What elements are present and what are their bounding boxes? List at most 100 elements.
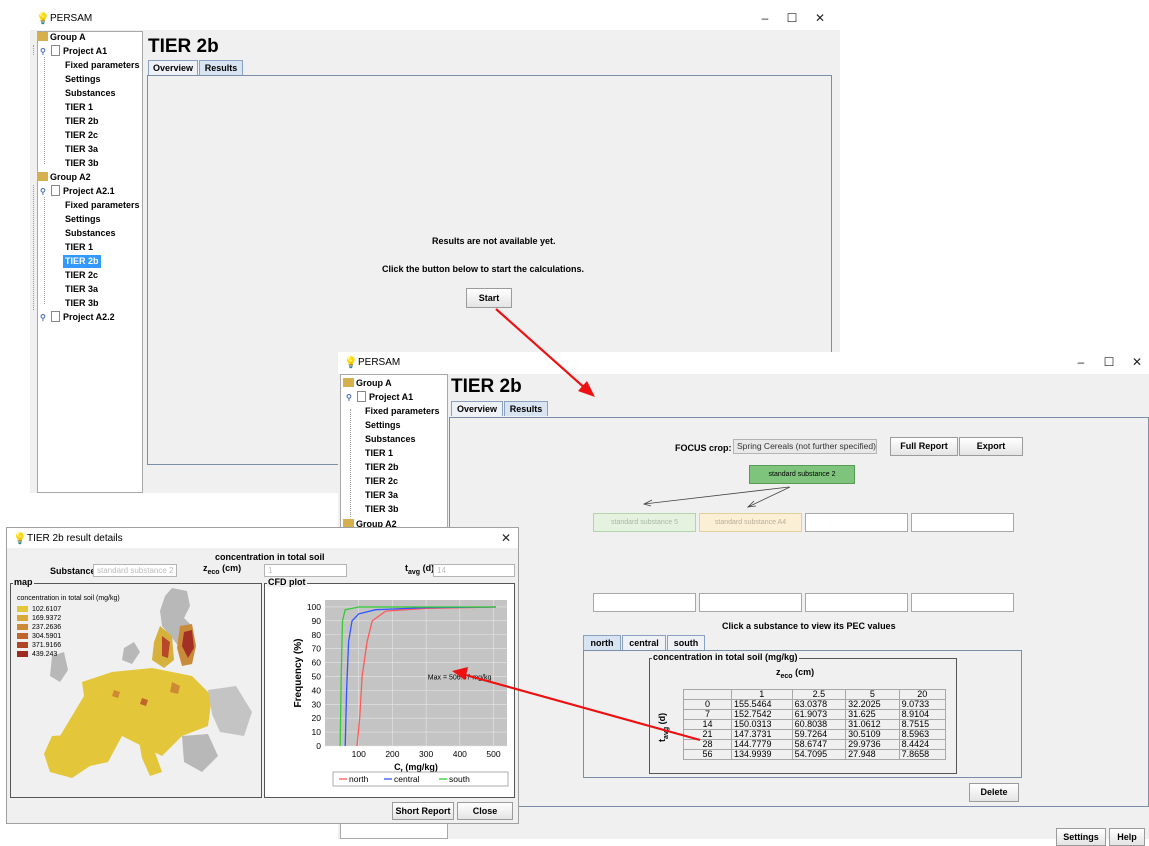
- tree-item-tier-2b[interactable]: TIER 2b: [65, 115, 99, 128]
- help-button[interactable]: Help: [1109, 828, 1145, 846]
- table-row: 0 155.5464 63.0378 32.2025 9.0733: [683, 699, 947, 710]
- zeco-field[interactable]: 1: [264, 564, 347, 577]
- tree-item-tier-1[interactable]: TIER 1: [65, 101, 93, 114]
- tree-item-substances[interactable]: Substances: [65, 87, 116, 100]
- tree-item-tier-1[interactable]: TIER 1: [365, 447, 393, 460]
- y-tick-label: 40: [312, 685, 322, 695]
- tree-item-tier-3b[interactable]: TIER 3b: [365, 503, 399, 516]
- close-icon[interactable]: ✕: [813, 11, 827, 25]
- substance-slot[interactable]: [593, 593, 696, 612]
- maximize-icon[interactable]: ☐: [785, 11, 799, 25]
- tab-overview[interactable]: Overview: [148, 60, 198, 75]
- tree-item-tier-2b[interactable]: TIER 2b: [365, 461, 399, 474]
- tree-item-settings[interactable]: Settings: [365, 419, 401, 432]
- metabolite-box-1[interactable]: standard substance 5: [593, 513, 696, 532]
- substance-slot[interactable]: [699, 593, 802, 612]
- tree-item-substances[interactable]: Substances: [365, 433, 416, 446]
- page-title: TIER 2b: [148, 36, 219, 57]
- table-cell: 150.0313: [731, 719, 793, 730]
- front-titlebar: 💡 PERSAM – ☐ ✕: [338, 352, 1149, 374]
- tree-item-tier-3b[interactable]: TIER 3b: [65, 157, 99, 170]
- row-header: 21: [683, 729, 732, 740]
- column-header: 20: [898, 689, 947, 700]
- key-icon: ⚲: [346, 393, 352, 402]
- tab-results[interactable]: Results: [199, 60, 243, 75]
- minimize-icon[interactable]: –: [1074, 355, 1088, 369]
- start-button[interactable]: Start: [466, 288, 512, 308]
- substance-slot[interactable]: [911, 513, 1014, 532]
- tree-item-tier-2c[interactable]: TIER 2c: [65, 269, 98, 282]
- tab-results[interactable]: Results: [504, 401, 548, 416]
- y-tick-label: 70: [312, 644, 322, 654]
- tree-project-a1[interactable]: ⚲ Project A1: [40, 45, 107, 58]
- table-cell: 8.7515: [898, 719, 947, 730]
- table-cell: 30.5109: [845, 729, 900, 740]
- tree-item-tier-3a[interactable]: TIER 3a: [65, 283, 98, 296]
- row-header: 0: [683, 699, 732, 710]
- tree-item-tier-1[interactable]: TIER 1: [65, 241, 93, 254]
- substance-slot[interactable]: [805, 513, 908, 532]
- tree-item-tier-2b-selected[interactable]: TIER 2b: [63, 255, 101, 268]
- results-unavailable-text: Results are not available yet.: [432, 236, 556, 246]
- short-report-button[interactable]: Short Report: [392, 802, 454, 820]
- substance-slot[interactable]: [805, 593, 908, 612]
- x-tick-label: 400: [453, 749, 467, 759]
- tab-north[interactable]: north: [583, 635, 621, 650]
- export-button[interactable]: Export: [959, 437, 1023, 456]
- settings-button[interactable]: Settings: [1056, 828, 1106, 846]
- table-cell: 31.0612: [845, 719, 900, 730]
- tree-item-fixed-parameters[interactable]: Fixed parameters: [65, 199, 140, 212]
- legend-swatch: [17, 615, 28, 621]
- parent-substance-box[interactable]: standard substance 2: [749, 465, 855, 484]
- folder-icon: [343, 378, 354, 387]
- tavg-field[interactable]: 14: [433, 564, 515, 577]
- tree-project-a2-1[interactable]: ⚲ Project A2.1: [40, 185, 115, 198]
- tree-item-substances[interactable]: Substances: [65, 227, 116, 240]
- substance-slot[interactable]: [911, 593, 1014, 612]
- tree-item-fixed-parameters[interactable]: Fixed parameters: [365, 405, 440, 418]
- full-report-button[interactable]: Full Report: [890, 437, 958, 456]
- page-title: TIER 2b: [451, 376, 522, 397]
- pec-table-header: 1 2.5 5 20: [683, 689, 947, 700]
- legend-swatch: [17, 624, 28, 630]
- table-cell: 32.2025: [845, 699, 900, 710]
- tab-central[interactable]: central: [622, 635, 666, 650]
- pec-table-title: concentration in total soil (mg/kg): [652, 652, 799, 662]
- tree-group-a2[interactable]: Group A2: [37, 171, 91, 184]
- tree-group-a[interactable]: Group A: [37, 31, 86, 44]
- x-tick-label: 100: [352, 749, 366, 759]
- y-tick-label: 80: [312, 630, 322, 640]
- substance-field[interactable]: standard substance 2: [93, 564, 177, 577]
- tree-group-a[interactable]: Group A: [343, 377, 392, 390]
- tab-south[interactable]: south: [667, 635, 705, 650]
- delete-button[interactable]: Delete: [969, 783, 1019, 802]
- table-row: 28 144.7779 58.6747 29.9736 8.4424: [683, 739, 947, 750]
- tree-project-a2-2[interactable]: ⚲ Project A2.2: [40, 311, 115, 324]
- tree-item-tier-2c[interactable]: TIER 2c: [65, 129, 98, 142]
- tab-overview[interactable]: Overview: [451, 401, 503, 416]
- tree-item-tier-3b[interactable]: TIER 3b: [65, 297, 99, 310]
- row-header: 14: [683, 719, 732, 730]
- close-icon[interactable]: ✕: [1130, 355, 1144, 369]
- dialog-titlebar: 💡 TIER 2b result details ✕: [7, 528, 518, 548]
- tree-item-tier-3a[interactable]: TIER 3a: [365, 489, 398, 502]
- metabolite-box-2[interactable]: standard substance A4: [699, 513, 802, 532]
- x-tick-label: 200: [385, 749, 399, 759]
- close-icon[interactable]: ✕: [499, 531, 513, 545]
- tree-item-tier-3a[interactable]: TIER 3a: [65, 143, 98, 156]
- table-corner: [683, 689, 732, 700]
- focus-crop-field[interactable]: Spring Cereals (not further specified): [733, 439, 877, 454]
- y-tick-label: 50: [312, 671, 322, 681]
- table-cell: 31.625: [845, 709, 900, 720]
- map-legend-item: 304.5901: [17, 633, 61, 640]
- minimize-icon[interactable]: –: [758, 11, 772, 25]
- tree-item-settings[interactable]: Settings: [65, 73, 101, 86]
- tree-item-tier-2c[interactable]: TIER 2c: [365, 475, 398, 488]
- maximize-icon[interactable]: ☐: [1102, 355, 1116, 369]
- tree-item-fixed-parameters[interactable]: Fixed parameters: [65, 59, 140, 72]
- tree-project-a1[interactable]: ⚲ Project A1: [346, 391, 413, 404]
- legend-swatch: [17, 651, 28, 657]
- tree-item-settings[interactable]: Settings: [65, 213, 101, 226]
- close-button[interactable]: Close: [457, 802, 513, 820]
- table-cell: 8.4424: [898, 739, 947, 750]
